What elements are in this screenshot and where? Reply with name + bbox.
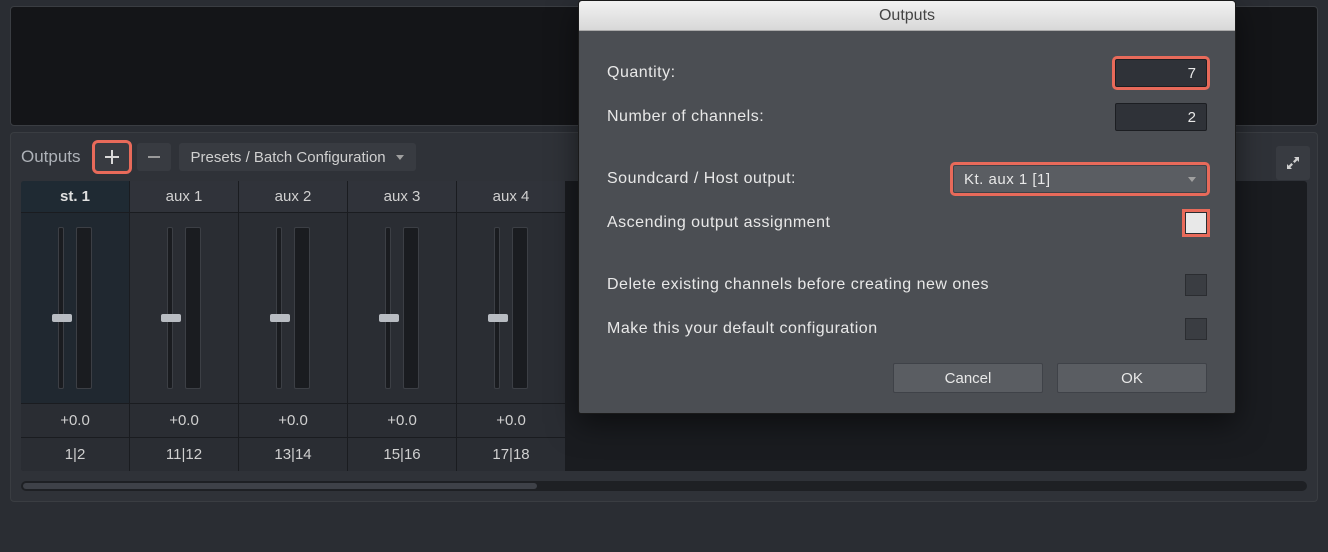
channel-gain-value[interactable]: +0.0 (457, 403, 565, 437)
outputs-dialog: Outputs Quantity: Number of channels: So… (578, 0, 1236, 414)
presets-dropdown[interactable]: Presets / Batch Configuration (179, 143, 416, 171)
channel-gain-value[interactable]: +0.0 (348, 403, 456, 437)
chevron-down-icon (396, 155, 404, 160)
channel-gain-value[interactable]: +0.0 (130, 403, 238, 437)
outputs-panel-title: Outputs (21, 147, 81, 167)
level-meter (294, 227, 310, 389)
plus-icon (105, 150, 119, 164)
channel-routing-value[interactable]: 13|14 (239, 437, 347, 471)
delete-existing-label: Delete existing channels before creating… (607, 276, 989, 294)
add-output-button[interactable] (95, 143, 129, 171)
channel-body (457, 213, 565, 403)
volume-fader[interactable] (276, 227, 282, 389)
ok-button[interactable]: OK (1057, 363, 1207, 393)
fader-knob[interactable] (488, 314, 508, 322)
channel-strip: aux 3 +0.015|16 (348, 181, 456, 471)
channel-body (130, 213, 238, 403)
horizontal-scrollbar[interactable] (21, 481, 1307, 491)
fader-knob[interactable] (379, 314, 399, 322)
channel-strip: st. 1 +0.01|2 (21, 181, 129, 471)
volume-fader[interactable] (494, 227, 500, 389)
quantity-label: Quantity: (607, 64, 676, 82)
channel-name[interactable]: aux 1 (130, 181, 238, 213)
level-meter (76, 227, 92, 389)
channel-gain-value[interactable]: +0.0 (239, 403, 347, 437)
level-meter (403, 227, 419, 389)
volume-fader[interactable] (167, 227, 173, 389)
channel-strip: aux 2 +0.013|14 (239, 181, 347, 471)
channel-strip: aux 4 +0.017|18 (457, 181, 565, 471)
level-meter (185, 227, 201, 389)
channel-gain-value[interactable]: +0.0 (21, 403, 129, 437)
fader-knob[interactable] (270, 314, 290, 322)
channel-body (348, 213, 456, 403)
expand-icon (1285, 155, 1301, 171)
num-channels-label: Number of channels: (607, 108, 764, 126)
channel-strip: aux 1 +0.011|12 (130, 181, 238, 471)
presets-label: Presets / Batch Configuration (191, 149, 386, 166)
make-default-label: Make this your default configuration (607, 320, 878, 338)
quantity-input[interactable] (1115, 59, 1207, 87)
level-meter (512, 227, 528, 389)
host-output-select[interactable]: Kt. aux 1 [1] (953, 165, 1207, 193)
expand-panel-button[interactable] (1276, 146, 1310, 180)
channel-name[interactable]: st. 1 (21, 181, 129, 213)
channel-body (239, 213, 347, 403)
cancel-button[interactable]: Cancel (893, 363, 1043, 393)
ascending-checkbox[interactable] (1185, 212, 1207, 234)
channel-body (21, 213, 129, 403)
remove-output-button[interactable] (137, 143, 171, 171)
volume-fader[interactable] (58, 227, 64, 389)
channel-routing-value[interactable]: 17|18 (457, 437, 565, 471)
fader-knob[interactable] (161, 314, 181, 322)
channel-routing-value[interactable]: 1|2 (21, 437, 129, 471)
channel-name[interactable]: aux 4 (457, 181, 565, 213)
scroll-thumb[interactable] (23, 483, 537, 489)
num-channels-input[interactable] (1115, 103, 1207, 131)
fader-knob[interactable] (52, 314, 72, 322)
make-default-checkbox[interactable] (1185, 318, 1207, 340)
delete-existing-checkbox[interactable] (1185, 274, 1207, 296)
host-output-label: Soundcard / Host output: (607, 170, 796, 188)
channel-name[interactable]: aux 3 (348, 181, 456, 213)
channel-name[interactable]: aux 2 (239, 181, 347, 213)
channel-routing-value[interactable]: 11|12 (130, 437, 238, 471)
chevron-down-icon (1188, 177, 1196, 182)
channel-routing-value[interactable]: 15|16 (348, 437, 456, 471)
ascending-label: Ascending output assignment (607, 214, 830, 232)
dialog-titlebar[interactable]: Outputs (579, 1, 1235, 31)
dialog-title: Outputs (879, 7, 935, 25)
host-output-value: Kt. aux 1 [1] (964, 171, 1051, 188)
minus-icon (147, 150, 161, 164)
volume-fader[interactable] (385, 227, 391, 389)
